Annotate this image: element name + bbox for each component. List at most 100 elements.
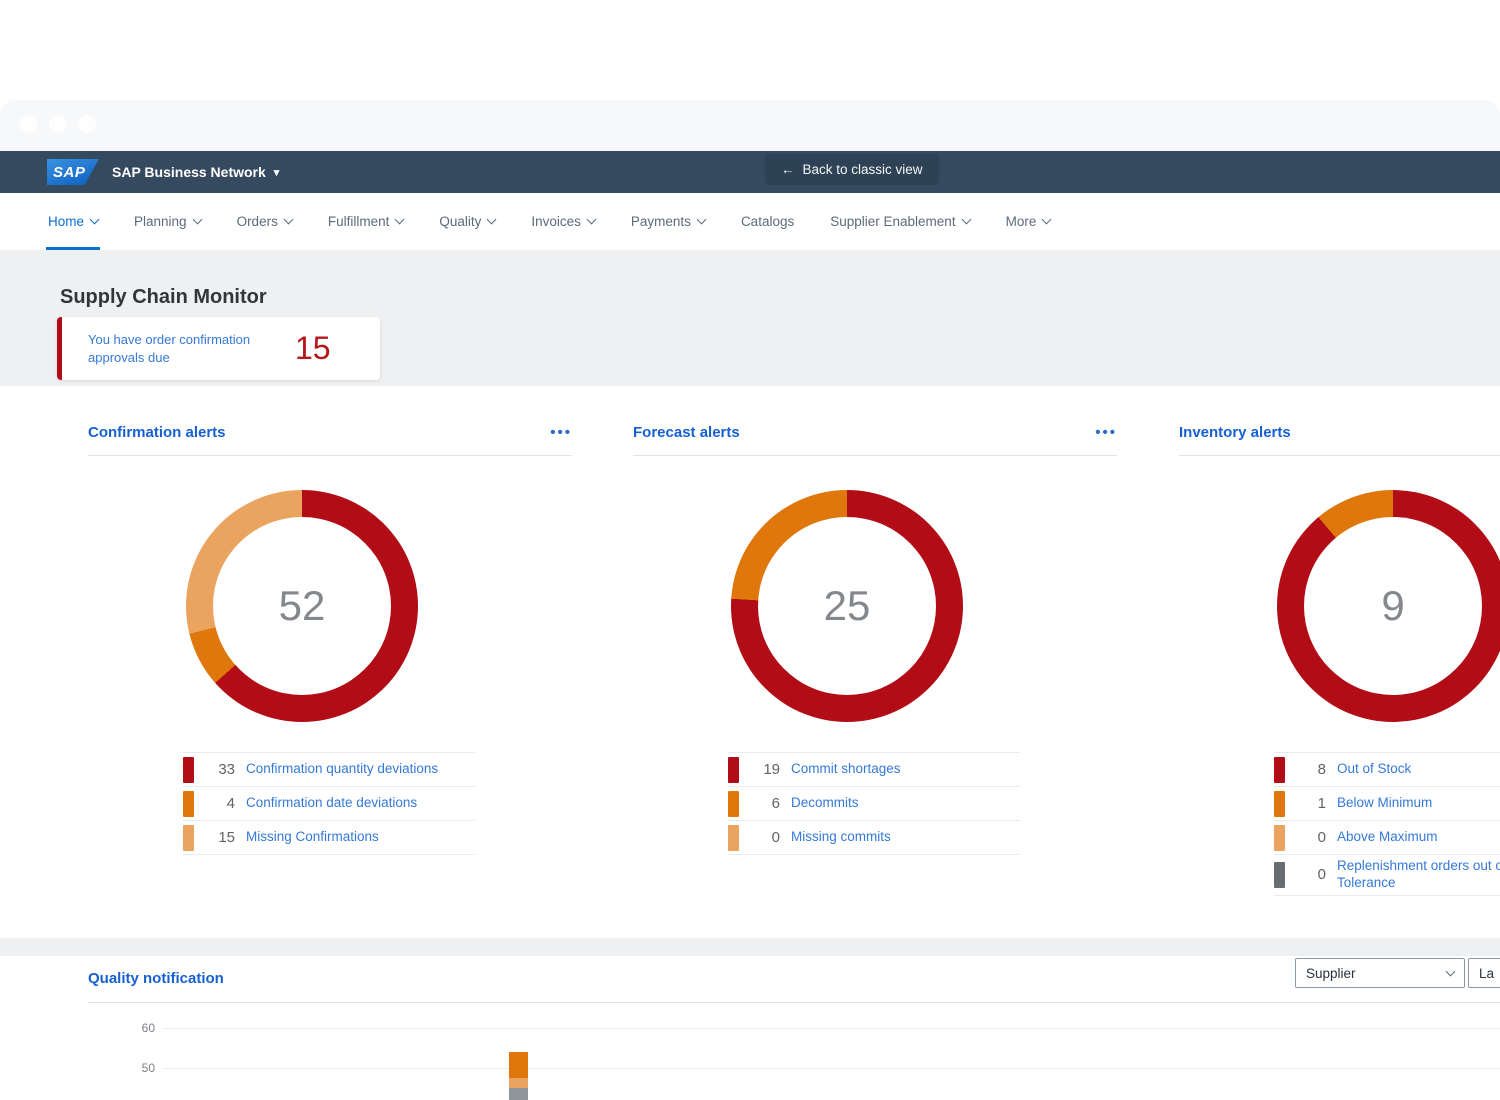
legend-link[interactable]: Out of Stock (1337, 761, 1500, 778)
legend-link[interactable]: Replenishment orders out of Tolerance (1337, 858, 1500, 892)
section-header: Confirmation alerts ••• (88, 410, 572, 456)
legend-count: 33 (205, 761, 235, 778)
nav-item-label: Orders (237, 214, 278, 229)
stacked-bar-segment[interactable] (509, 1088, 528, 1100)
window-control-dot[interactable] (78, 115, 96, 133)
sap-logo-text: SAP (53, 164, 85, 181)
legend-link[interactable]: Confirmation quantity deviations (246, 761, 475, 778)
nav-item-orders[interactable]: Orders (237, 193, 292, 250)
nav-item-supplier-enablement[interactable]: Supplier Enablement (830, 193, 969, 250)
legend-row: 1 Below Minimum (1274, 787, 1500, 821)
y-axis-tick-label: 60 (125, 1021, 155, 1035)
legend-link[interactable]: Confirmation date deviations (246, 795, 475, 812)
nav-item-label: More (1006, 214, 1037, 229)
nav-item-invoices[interactable]: Invoices (531, 193, 595, 250)
nav-item-label: Home (48, 214, 84, 229)
nav-item-label: Catalogs (741, 214, 794, 229)
nav-item-label: Quality (439, 214, 481, 229)
nav-item-payments[interactable]: Payments (631, 193, 705, 250)
nav-item-fulfillment[interactable]: Fulfillment (328, 193, 404, 250)
legend-count: 1 (1296, 795, 1326, 812)
window-control-dot[interactable] (49, 115, 67, 133)
nav-item-planning[interactable]: Planning (134, 193, 201, 250)
legend-count: 6 (750, 795, 780, 812)
gridline (163, 1028, 1500, 1029)
donut-chart[interactable]: 25 (731, 490, 963, 722)
donut-chart[interactable]: 52 (186, 490, 418, 722)
supplier-filter-value: Supplier (1306, 966, 1356, 981)
legend-link[interactable]: Missing Confirmations (246, 829, 475, 846)
legend-row: 0 Replenishment orders out of Tolerance (1274, 855, 1500, 896)
chevron-down-icon (192, 215, 202, 225)
donut-total-value: 25 (824, 582, 871, 630)
alert-section: Confirmation alerts ••• 52 33 Confirmati… (60, 386, 572, 938)
legend-link[interactable]: Commit shortages (791, 761, 1020, 778)
nav-item-label: Fulfillment (328, 214, 390, 229)
back-to-classic-view-button[interactable]: ← Back to classic view (765, 154, 939, 185)
legend-count: 15 (205, 829, 235, 846)
chevron-down-icon (395, 215, 405, 225)
legend-color-chip (728, 791, 739, 817)
section-title-link[interactable]: Confirmation alerts (88, 424, 226, 441)
donut-total-value: 52 (279, 582, 326, 630)
timeframe-filter-select[interactable]: La (1468, 958, 1500, 988)
sap-logo: SAP (47, 159, 99, 185)
back-arrow-icon: ← (781, 162, 795, 177)
legend-link[interactable]: Decommits (791, 795, 1020, 812)
legend-color-chip (728, 757, 739, 783)
legend-count: 19 (750, 761, 780, 778)
y-axis-tick-label: 50 (125, 1061, 155, 1075)
chevron-down-icon (696, 215, 706, 225)
section-header: Forecast alerts ••• (633, 410, 1117, 456)
nav-bar: Home Planning Orders Fulfillment Quality… (0, 193, 1500, 250)
section-header: Inventory alerts (1179, 410, 1500, 456)
stacked-bar-segment[interactable] (509, 1052, 528, 1078)
chevron-down-icon (1042, 215, 1052, 225)
legend-count: 4 (205, 795, 235, 812)
nav-item-catalogs[interactable]: Catalogs (741, 193, 794, 250)
legend-link[interactable]: Below Minimum (1337, 795, 1500, 812)
legend-count: 8 (1296, 761, 1326, 778)
donut-hole: 52 (213, 517, 391, 695)
legend-link[interactable]: Above Maximum (1337, 829, 1500, 846)
overflow-menu-icon[interactable]: ••• (550, 424, 572, 441)
overflow-menu-icon[interactable]: ••• (1095, 424, 1117, 441)
donut-chart[interactable]: 9 (1277, 490, 1500, 722)
approvals-due-link[interactable]: You have order confirmation approvals du… (88, 331, 283, 366)
gridline (163, 1068, 1500, 1069)
legend-color-chip (183, 791, 194, 817)
supplier-filter-select[interactable]: Supplier (1295, 958, 1465, 988)
section-title-link[interactable]: Inventory alerts (1179, 424, 1291, 441)
chevron-down-icon (283, 215, 293, 225)
chevron-down-icon (90, 215, 100, 225)
shell-bar: SAP SAP Business Network ▾ ← Back to cla… (0, 151, 1500, 193)
legend-count: 0 (1296, 829, 1326, 846)
legend-color-chip (183, 825, 194, 851)
section-title-link[interactable]: Forecast alerts (633, 424, 740, 441)
donut-hole: 25 (758, 517, 936, 695)
stacked-bar-segment[interactable] (509, 1078, 528, 1088)
approvals-due-count: 15 (295, 330, 331, 367)
nav-item-more[interactable]: More (1006, 193, 1051, 250)
alert-legend: 33 Confirmation quantity deviations 4 Co… (183, 752, 475, 855)
product-switcher[interactable]: SAP Business Network ▾ (112, 151, 279, 193)
legend-row: 15 Missing Confirmations (183, 821, 475, 855)
legend-color-chip (728, 825, 739, 851)
timeframe-filter-value: La (1479, 966, 1494, 981)
legend-row: 0 Above Maximum (1274, 821, 1500, 855)
legend-link[interactable]: Missing commits (791, 829, 1020, 846)
back-button-label: Back to classic view (803, 162, 923, 177)
nav-item-label: Invoices (531, 214, 581, 229)
window-control-dot[interactable] (20, 115, 38, 133)
legend-color-chip (183, 757, 194, 783)
alert-section: Forecast alerts ••• 25 19 Commit shortag… (605, 386, 1117, 938)
nav-item-home[interactable]: Home (48, 193, 98, 250)
alert-section: Inventory alerts 9 8 Out of Stock 1 Belo… (1151, 386, 1500, 938)
legend-color-chip (1274, 757, 1285, 783)
legend-count: 0 (750, 829, 780, 846)
order-confirmation-approvals-card[interactable]: You have order confirmation approvals du… (57, 317, 380, 380)
chevron-down-icon (487, 215, 497, 225)
quality-notification-title[interactable]: Quality notification (88, 970, 224, 987)
legend-row: 33 Confirmation quantity deviations (183, 753, 475, 787)
nav-item-quality[interactable]: Quality (439, 193, 495, 250)
